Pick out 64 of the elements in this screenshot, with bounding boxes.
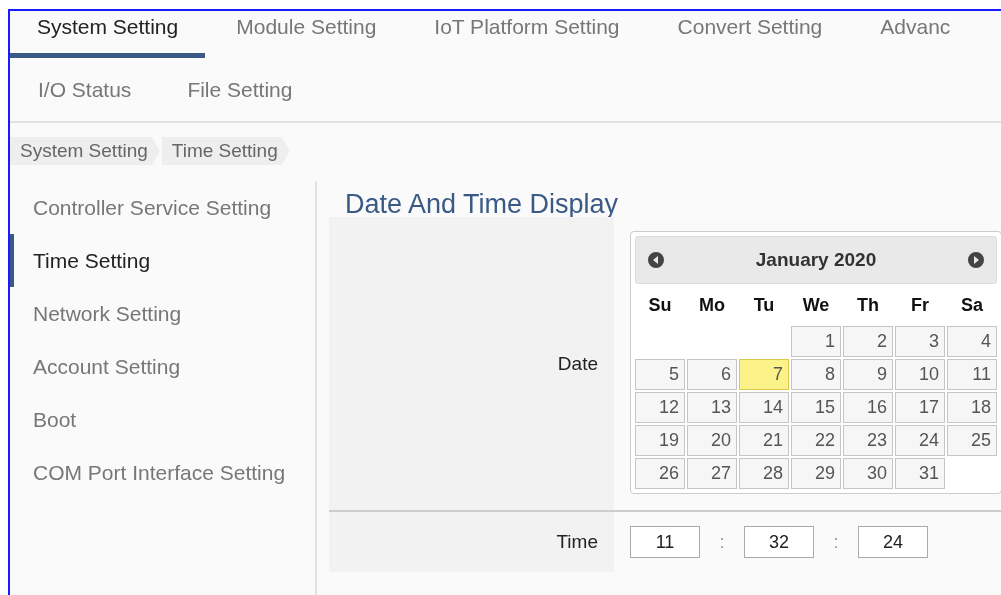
prev-month-icon[interactable] (648, 252, 664, 268)
main-tab[interactable]: Convert Setting (650, 11, 850, 58)
calendar-day[interactable]: 15 (791, 392, 841, 423)
calendar-day[interactable]: 7 (739, 359, 789, 390)
breadcrumb-item[interactable]: Time Setting (161, 137, 290, 165)
sidebar-item[interactable]: COM Port Interface Setting (10, 446, 315, 499)
time-separator: : (718, 531, 726, 553)
main-tab[interactable]: IoT Platform Setting (407, 11, 647, 58)
calendar-day[interactable]: 26 (635, 458, 685, 489)
calendar-day[interactable]: 27 (687, 458, 737, 489)
calendar-day[interactable]: 17 (895, 392, 945, 423)
calendar-day[interactable]: 5 (635, 359, 685, 390)
calendar-day[interactable]: 12 (635, 392, 685, 423)
calendar-day[interactable]: 31 (895, 458, 945, 489)
weekday-header: Mo (698, 294, 726, 317)
sidebar-item[interactable]: Boot (10, 393, 315, 446)
calendar-day[interactable]: 10 (895, 359, 945, 390)
calendar-day[interactable]: 19 (635, 425, 685, 456)
sidebar-item[interactable]: Account Setting (10, 340, 315, 393)
calendar-day[interactable]: 21 (739, 425, 789, 456)
time-separator: : (832, 531, 840, 553)
calendar-day[interactable]: 20 (687, 425, 737, 456)
sub-tab[interactable]: File Setting (159, 77, 321, 102)
sub-tab[interactable]: I/O Status (10, 77, 160, 102)
calendar-day[interactable]: 22 (791, 425, 841, 456)
calendar-day[interactable]: 23 (843, 425, 893, 456)
calendar-day[interactable]: 6 (687, 359, 737, 390)
main-tab[interactable]: System Setting (10, 11, 206, 58)
weekday-header: Sa (960, 294, 984, 317)
sidebar-item[interactable]: Time Setting (10, 234, 315, 287)
weekday-header: Tu (752, 294, 776, 317)
time-input[interactable]: 32 (744, 526, 814, 558)
field-label: Time (556, 531, 598, 553)
section-title: Date And Time Display (344, 188, 620, 217)
calendar-day[interactable]: 29 (791, 458, 841, 489)
calendar-day[interactable]: 1 (791, 326, 841, 357)
calendar-day[interactable]: 14 (739, 392, 789, 423)
time-input[interactable]: 24 (858, 526, 928, 558)
calendar-day[interactable]: 2 (843, 326, 893, 357)
calendar-day[interactable]: 25 (947, 425, 997, 456)
main-tab[interactable]: Advanc (853, 11, 978, 58)
weekday-header: We (801, 294, 831, 317)
weekday-header: Fr (910, 294, 930, 317)
calendar-day[interactable]: 8 (791, 359, 841, 390)
calendar-day[interactable]: 9 (843, 359, 893, 390)
field-label: Date (557, 352, 598, 375)
calendar-day[interactable]: 28 (739, 458, 789, 489)
calendar-day[interactable]: 18 (947, 392, 997, 423)
calendar-day[interactable]: 30 (843, 458, 893, 489)
sidebar-item[interactable]: Network Setting (10, 287, 315, 340)
weekday-header: Th (856, 294, 880, 317)
sidebar-item[interactable]: Controller Service Setting (10, 181, 315, 234)
breadcrumb-item[interactable]: System Setting (10, 137, 160, 165)
calendar-day[interactable]: 3 (895, 326, 945, 357)
calendar-day[interactable]: 16 (843, 392, 893, 423)
main-tab[interactable]: Module Setting (209, 11, 404, 58)
calendar-day[interactable]: 24 (895, 425, 945, 456)
calendar-day[interactable]: 4 (947, 326, 997, 357)
next-month-icon[interactable] (968, 252, 984, 268)
calendar-day[interactable]: 13 (687, 392, 737, 423)
weekday-header: Su (647, 294, 673, 317)
month-title: January 2020 (755, 249, 877, 271)
time-input[interactable]: 11 (630, 526, 700, 558)
calendar-day[interactable]: 11 (947, 359, 997, 390)
